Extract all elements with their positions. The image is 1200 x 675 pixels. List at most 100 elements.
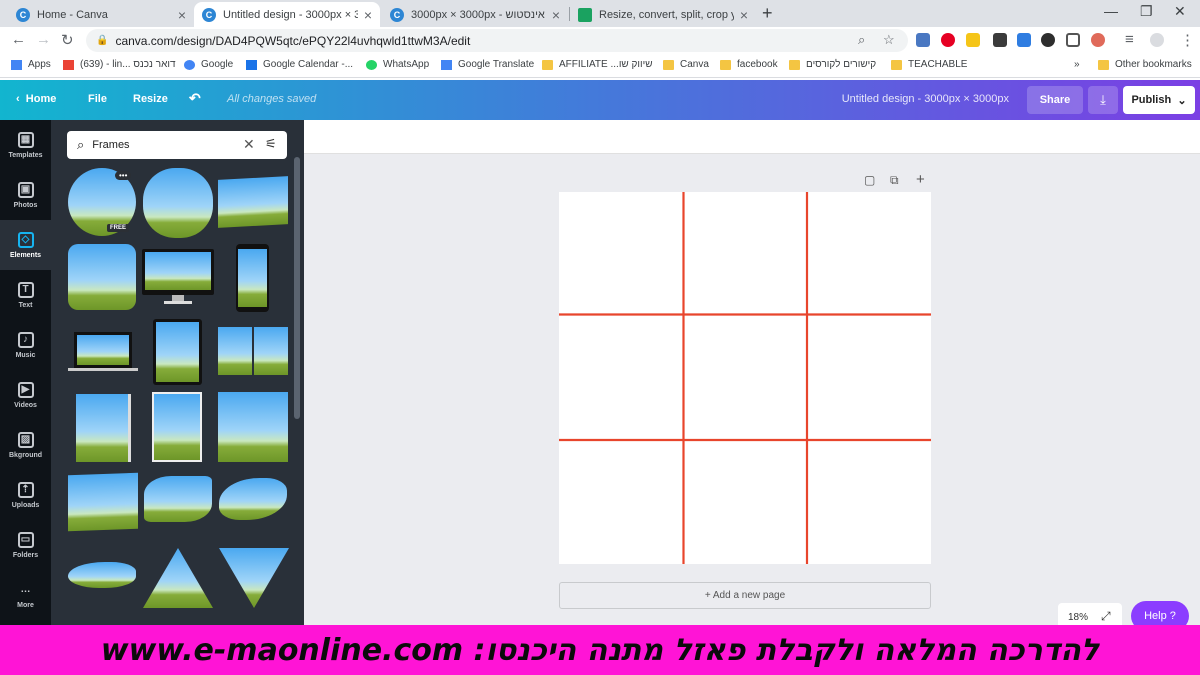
more-dots-icon: … xyxy=(20,584,31,595)
extension-icon[interactable] xyxy=(966,33,980,47)
share-button[interactable]: Share xyxy=(1027,86,1083,114)
frame-brush-stroke[interactable] xyxy=(144,476,212,522)
search-icon: ⌕ xyxy=(77,137,85,152)
rail-item-more[interactable]: … More xyxy=(0,570,51,620)
videos-icon: ▶ xyxy=(17,381,34,398)
more-bookmarks-icon[interactable]: » xyxy=(1074,59,1080,70)
rail-item-elements[interactable]: ◇ Elements xyxy=(0,220,51,270)
bookmark-google-calendar[interactable]: Google Calendar -... xyxy=(246,59,353,70)
bookmark-apps[interactable]: Apps xyxy=(11,59,51,70)
bookmark-gmail[interactable]: (639) - lin... דואר נכנס xyxy=(63,59,176,70)
rail-item-photos[interactable]: ▣ Photos xyxy=(0,170,51,220)
rail-item-templates[interactable]: ▦ Templates xyxy=(0,120,51,170)
search-value: Frames xyxy=(92,139,130,151)
bookmark-affiliate-folder[interactable]: AFFILIATE ...שיווק שו xyxy=(542,59,653,70)
frame-desktop-monitor[interactable] xyxy=(142,249,214,305)
rail-item-music[interactable]: ♪ Music xyxy=(0,320,51,370)
pinterest-icon[interactable] xyxy=(941,33,955,47)
rail-item-videos[interactable]: ▶ Videos xyxy=(0,370,51,420)
extension-icon[interactable] xyxy=(916,33,930,47)
close-window-icon[interactable]: ✕ xyxy=(1174,3,1186,20)
google-icon xyxy=(184,59,195,70)
eyedropper-icon[interactable] xyxy=(993,33,1007,47)
publish-button[interactable]: Publish ⌄ xyxy=(1123,86,1195,114)
bookmark-whatsapp[interactable]: WhatsApp xyxy=(366,59,429,70)
more-options-icon[interactable]: ••• xyxy=(115,171,132,180)
editor-top-bar: ‹ Home File Resize ↶ All changes saved U… xyxy=(0,80,1200,120)
design-page[interactable] xyxy=(559,192,931,564)
elements-icon: ◇ xyxy=(17,231,34,248)
frame-book-cover[interactable] xyxy=(76,394,128,462)
frame-torn-rectangle[interactable] xyxy=(218,176,288,228)
profile-avatar[interactable] xyxy=(1150,33,1164,47)
bookmark-google-translate[interactable]: Google Translate xyxy=(441,59,534,70)
tab-puzzle-design[interactable]: C 3000px × 3000px - פאזל אינסטוש × xyxy=(382,2,568,27)
canva-favicon-icon: C xyxy=(390,7,404,22)
close-tab-icon[interactable]: × xyxy=(364,7,372,23)
background-icon: ▨ xyxy=(17,431,34,448)
add-new-page-button[interactable]: + Add a new page xyxy=(559,582,931,609)
extension-icon[interactable] xyxy=(1041,33,1055,47)
rail-item-folders[interactable]: ▭ Folders xyxy=(0,520,51,570)
frame-paper-portrait[interactable] xyxy=(152,392,202,462)
bookmark-star-icon[interactable]: ☆ xyxy=(883,32,895,48)
download-icon[interactable]: ⤓ xyxy=(1088,86,1118,114)
fullscreen-icon[interactable]: ⤢ xyxy=(1101,609,1111,624)
bookmark-canva-folder[interactable]: Canva xyxy=(663,59,709,70)
clear-search-icon[interactable]: ✕ xyxy=(243,136,255,153)
frame-brush-swoosh[interactable] xyxy=(68,562,136,588)
frame-torn-paper[interactable] xyxy=(68,472,138,532)
close-tab-icon[interactable]: × xyxy=(178,7,186,23)
reading-list-icon[interactable]: ≡ xyxy=(1125,31,1134,48)
url-bar[interactable]: 🔒 canva.com/design/DAD4PQW5qtc/ePQY22l4u… xyxy=(86,29,908,52)
folder-icon xyxy=(720,59,731,70)
filter-icon[interactable]: ⚟ xyxy=(265,136,277,152)
frame-tablet[interactable] xyxy=(153,319,202,385)
frame-square-rough[interactable] xyxy=(218,392,288,462)
frame-scalloped[interactable] xyxy=(143,168,213,238)
frame-phone[interactable] xyxy=(236,244,269,312)
undo-icon[interactable]: ↶ xyxy=(189,90,201,107)
tab-title: Resize, convert, split, crop your i xyxy=(599,8,734,21)
design-title[interactable]: Untitled design - 3000px × 3000px xyxy=(842,93,1009,105)
new-tab-icon[interactable]: + xyxy=(762,3,773,24)
minimize-icon[interactable]: — xyxy=(1104,3,1118,19)
maximize-icon[interactable]: ❐ xyxy=(1140,3,1153,20)
rail-item-text[interactable]: T Text xyxy=(0,270,51,320)
extension-icon[interactable] xyxy=(1091,33,1105,47)
tab-home-canva[interactable]: C Home - Canva × xyxy=(8,2,194,27)
frame-rounded-square[interactable] xyxy=(68,244,136,310)
duplicate-page-icon[interactable]: ⧉ xyxy=(890,173,899,188)
rail-item-background[interactable]: ▨ Bkground xyxy=(0,420,51,470)
tab-resize-tool[interactable]: Resize, convert, split, crop your i × xyxy=(570,2,756,27)
resize-favicon-icon xyxy=(578,7,592,22)
page-notes-icon[interactable]: ▢ xyxy=(864,173,875,187)
promo-banner: להדרכה המלאה ולקבלת פאזל מתנה היכנסו: ww… xyxy=(0,625,1200,675)
lock-icon: 🔒 xyxy=(96,35,109,46)
bookmark-other-folder[interactable]: Other bookmarks xyxy=(1098,59,1192,70)
frame-open-book[interactable] xyxy=(218,327,288,375)
close-tab-icon[interactable]: × xyxy=(740,7,748,23)
back-icon[interactable]: ← xyxy=(11,31,26,48)
resize-button[interactable]: Resize xyxy=(133,93,168,105)
elements-search-input[interactable]: ⌕ Frames ✕ ⚟ xyxy=(67,131,287,159)
browser-tab-strip: C Home - Canva × C Untitled design - 300… xyxy=(0,0,1200,27)
forward-icon[interactable]: → xyxy=(36,31,51,48)
file-menu-button[interactable]: File xyxy=(88,93,107,105)
reload-icon[interactable]: ↻ xyxy=(61,31,74,49)
add-page-icon[interactable]: + xyxy=(916,171,925,188)
bookmark-google[interactable]: Google xyxy=(184,59,233,70)
home-button[interactable]: ‹ Home xyxy=(16,93,56,105)
address-bar-row: ← → ↻ 🔒 canva.com/design/DAD4PQW5qtc/ePQ… xyxy=(0,27,1200,54)
bookmark-facebook-folder[interactable]: facebook xyxy=(720,59,778,70)
search-icon[interactable]: ⌕ xyxy=(858,32,865,48)
rail-item-uploads[interactable]: ⇡ Uploads xyxy=(0,470,51,520)
bookmark-teachable-folder[interactable]: TEACHABLE xyxy=(891,59,967,70)
frame-laptop[interactable] xyxy=(68,332,138,374)
close-tab-icon[interactable]: × xyxy=(552,7,560,23)
tab-untitled-design[interactable]: C Untitled design - 3000px × 3000px × xyxy=(194,2,380,27)
pocket-icon[interactable] xyxy=(1066,33,1080,47)
chrome-menu-icon[interactable]: ⋮ xyxy=(1180,31,1195,49)
extension-icon[interactable] xyxy=(1017,33,1031,47)
bookmark-courses-folder[interactable]: קישורים לקורסים xyxy=(789,59,876,70)
